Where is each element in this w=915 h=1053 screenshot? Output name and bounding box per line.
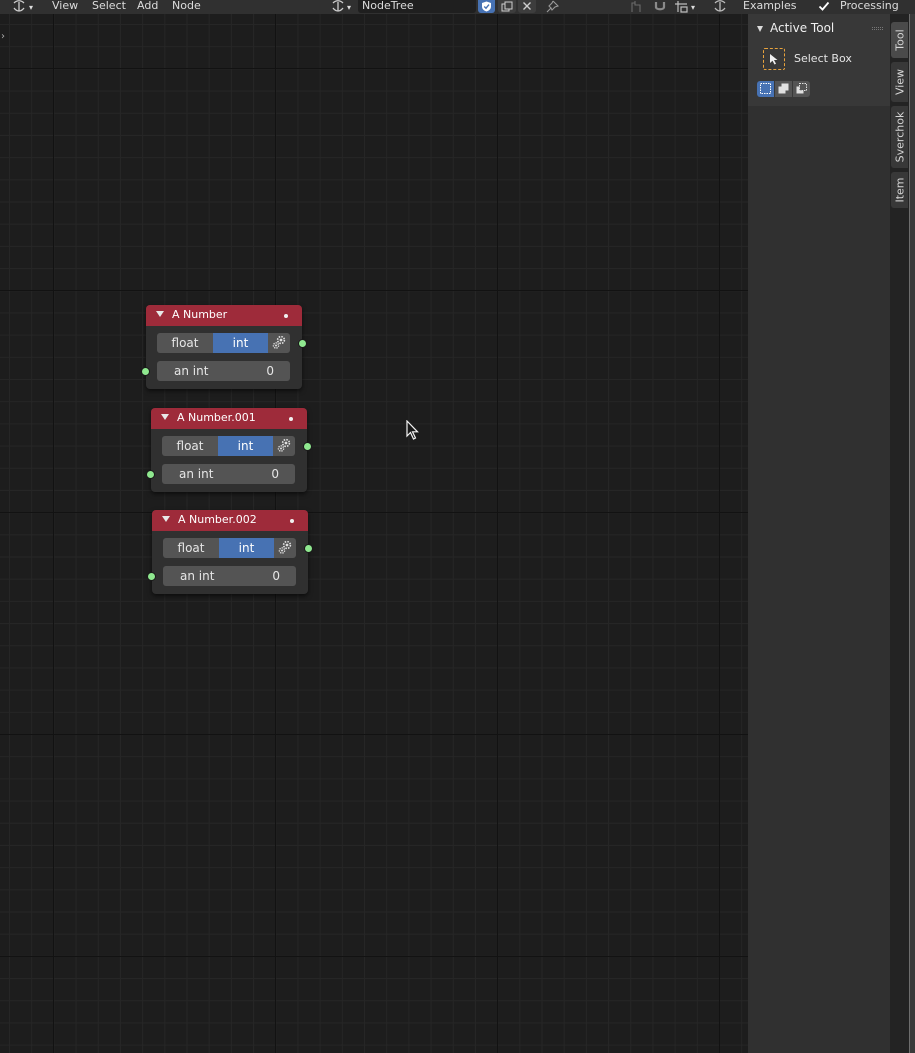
processing-toggle[interactable]: Processing [840, 0, 899, 13]
active-tool-panel: Active Tool Select Box [748, 14, 890, 106]
field-value: 0 [271, 467, 279, 481]
node-title: A Number.002 [178, 513, 257, 526]
mode-int-button[interactable]: int [218, 436, 273, 456]
menu-node[interactable]: Node [172, 0, 201, 13]
node-tree-chevron-icon[interactable]: ▾ [347, 1, 351, 14]
mouse-cursor-icon [406, 420, 419, 440]
panel-title[interactable]: Active Tool [770, 21, 834, 35]
mode-int-button[interactable]: int [213, 333, 268, 353]
field-value: 0 [272, 569, 280, 583]
select-subtract-icon [796, 83, 807, 94]
editor-type-chevron-icon[interactable]: ▾ [29, 1, 33, 14]
shield-check-icon [482, 1, 491, 12]
tab-label: Tool [893, 29, 906, 51]
node-settings-button[interactable] [268, 333, 290, 353]
tab-tool[interactable]: Tool [891, 22, 908, 58]
node-header[interactable]: A Number.001 [151, 408, 307, 429]
select-mode-extend-button[interactable] [775, 81, 792, 97]
input-socket[interactable] [147, 572, 156, 581]
close-icon [523, 2, 531, 10]
node-tree-type-icon[interactable] [331, 0, 345, 13]
snap-element-icon[interactable] [674, 0, 688, 13]
parent-tree-icon[interactable] [629, 0, 643, 13]
select-box-tool-button[interactable] [763, 48, 785, 70]
collapse-arrow-icon[interactable] [161, 414, 169, 420]
input-socket[interactable] [146, 470, 155, 479]
sidebar: Active Tool Select Box [748, 14, 890, 1053]
collapse-arrow-icon[interactable] [156, 311, 164, 317]
tab-sverchok[interactable]: Sverchok [891, 106, 908, 168]
node-preview-dot-icon [290, 519, 294, 523]
node-settings-button[interactable] [273, 436, 295, 456]
menu-view[interactable]: View [52, 0, 78, 13]
gears-icon [278, 540, 292, 554]
cursor-arrow-icon [770, 54, 778, 65]
node-tree-name: NodeTree [362, 0, 414, 12]
output-socket[interactable] [298, 339, 307, 348]
node-header[interactable]: A Number.002 [152, 510, 308, 531]
output-socket[interactable] [304, 544, 313, 553]
panel-collapse-arrow-icon[interactable] [757, 26, 763, 32]
number-node[interactable]: A Number.002 float int an int 0 [147, 510, 313, 594]
node-title: A Number.001 [177, 411, 256, 424]
checkmark-icon[interactable] [818, 0, 830, 13]
field-label: an int [180, 569, 215, 583]
mode-float-button[interactable]: float [157, 333, 213, 353]
node-header[interactable]: A Number [146, 305, 302, 326]
snap-chevron-icon[interactable]: ▾ [691, 1, 695, 14]
duplicate-icon [501, 1, 513, 12]
window-edge [909, 14, 915, 1053]
fake-user-button[interactable] [478, 0, 495, 13]
sverchok-logo-icon[interactable] [713, 0, 727, 13]
an-int-field[interactable]: an int 0 [162, 464, 295, 484]
editor-header: ▾ View Select Add Node ▾ NodeTree ▾ Exam… [0, 0, 915, 14]
tab-label: View [893, 68, 906, 96]
select-mode-new-button[interactable] [757, 81, 774, 97]
unlink-tree-button[interactable] [518, 0, 536, 13]
snap-magnet-icon[interactable] [652, 0, 668, 13]
node-tree-name-field[interactable]: NodeTree [358, 0, 476, 13]
node-preview-dot-icon [284, 314, 288, 318]
field-label: an int [179, 467, 214, 481]
toolbar-expand-icon[interactable]: › [1, 31, 5, 42]
node-editor-type-icon[interactable] [12, 0, 26, 13]
number-node[interactable]: A Number float int an int 0 [141, 305, 307, 389]
input-socket[interactable] [141, 367, 150, 376]
tab-item[interactable]: Item [891, 172, 908, 208]
node-title: A Number [172, 308, 228, 321]
sidebar-tabs: Tool View Sverchok Item [890, 14, 909, 1053]
tab-label: Sverchok [893, 111, 906, 163]
examples-menu[interactable]: Examples [743, 0, 796, 13]
select-extend-icon [778, 83, 789, 94]
field-label: an int [174, 364, 209, 378]
pin-icon[interactable] [545, 0, 559, 13]
an-int-field[interactable]: an int 0 [157, 361, 290, 381]
node-settings-button[interactable] [274, 538, 296, 558]
menu-select[interactable]: Select [92, 0, 126, 13]
select-mode-subtract-button[interactable] [793, 81, 810, 97]
node-preview-dot-icon [289, 417, 293, 421]
tool-label: Select Box [794, 52, 852, 65]
select-new-icon [760, 83, 771, 94]
menu-add[interactable]: Add [137, 0, 158, 13]
number-node[interactable]: A Number.001 float int an int 0 [146, 408, 312, 492]
tab-view[interactable]: View [891, 62, 908, 102]
mode-float-button[interactable]: float [162, 436, 218, 456]
tab-label: Item [893, 177, 906, 203]
output-socket[interactable] [303, 442, 312, 451]
gears-icon [272, 335, 286, 349]
mode-int-button[interactable]: int [219, 538, 274, 558]
collapse-arrow-icon[interactable] [162, 516, 170, 522]
field-value: 0 [266, 364, 274, 378]
mode-float-button[interactable]: float [163, 538, 219, 558]
duplicate-tree-button[interactable] [498, 0, 516, 13]
panel-drag-grip-icon[interactable] [872, 27, 883, 30]
gears-icon [277, 438, 291, 452]
an-int-field[interactable]: an int 0 [163, 566, 296, 586]
node-editor-canvas[interactable]: › A Number float int an int 0 A Number.0… [0, 14, 748, 1053]
